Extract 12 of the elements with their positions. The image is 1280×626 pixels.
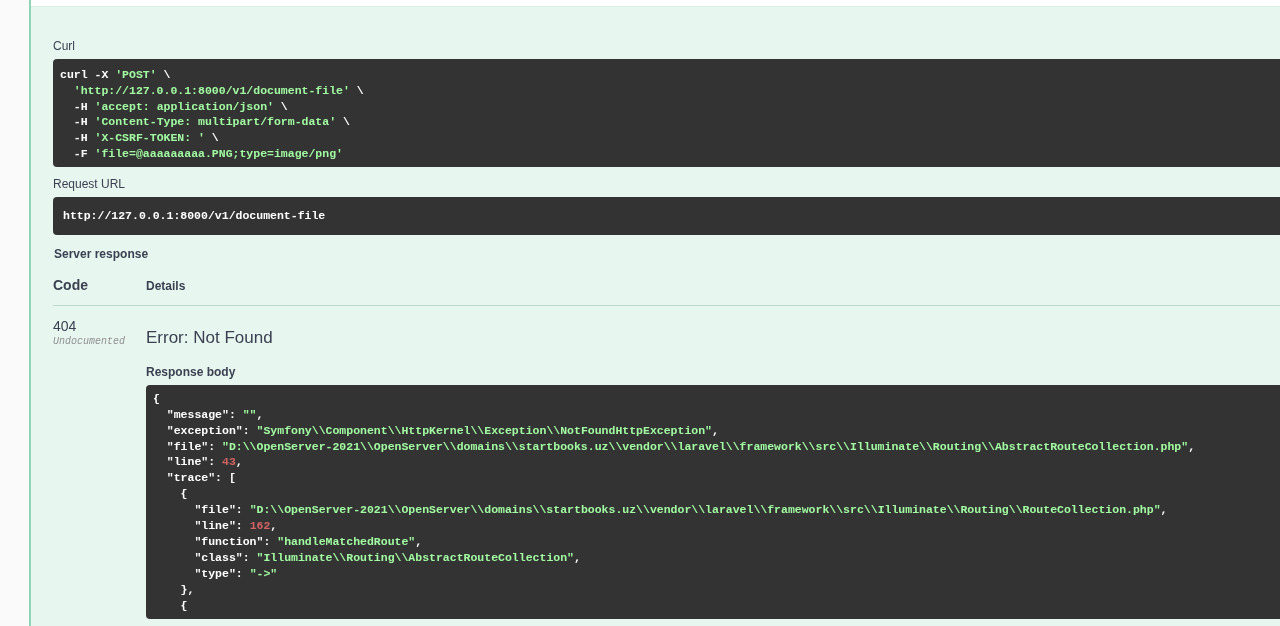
status-note: Undocumented <box>53 335 126 347</box>
response-body-block: { "message": "", "exception": "Symfony\\Component\\HttpKernel\\Exception\\NotFoundHttpException", "file": "D:\\OpenServer-2021\\OpenServer\\domains\\startbooks.uz\\vendor\\laravel\\framework\\src\\Illuminate\\Routing\\AbstractRouteCollection.php", "line": 43, "trace": [ { "file": "D:\\OpenServer-2021\\OpenServer\\domains\\startbooks.uz\\vendor\\laravel\\framework\\src\\Illuminate\\Routing\\RouteCollection.php", "line": 162, "function": "handleMatchedRoute", "class": "Illuminate\\Routing\\AbstractRouteCollection", "type": "->" }, { <box>146 384 1280 620</box>
error-message: Error: Not Found <box>146 327 274 348</box>
column-header: Details <box>146 278 186 293</box>
column-header: Code <box>53 276 89 293</box>
curl-code-block: curl -X 'POST' \ 'http://127.0.0.1:8000/v1/document-file' \ -H 'accept: application/json' \ -H 'Content-Type: multipart/form-data' \ -H 'X-CSRF-TOKEN: ' \ -F 'file=@aaaaaaaaa.PNG;type=image/png' <box>53 59 1280 167</box>
section-label: Request URL <box>53 176 127 191</box>
section-label: Curl <box>53 39 76 53</box>
section-label: Response body <box>146 364 237 379</box>
request-url-block: http://127.0.0.1:8000/v1/document-file <box>53 196 1280 235</box>
section-label: Server response <box>54 246 150 261</box>
status-code: 404 <box>53 317 78 334</box>
